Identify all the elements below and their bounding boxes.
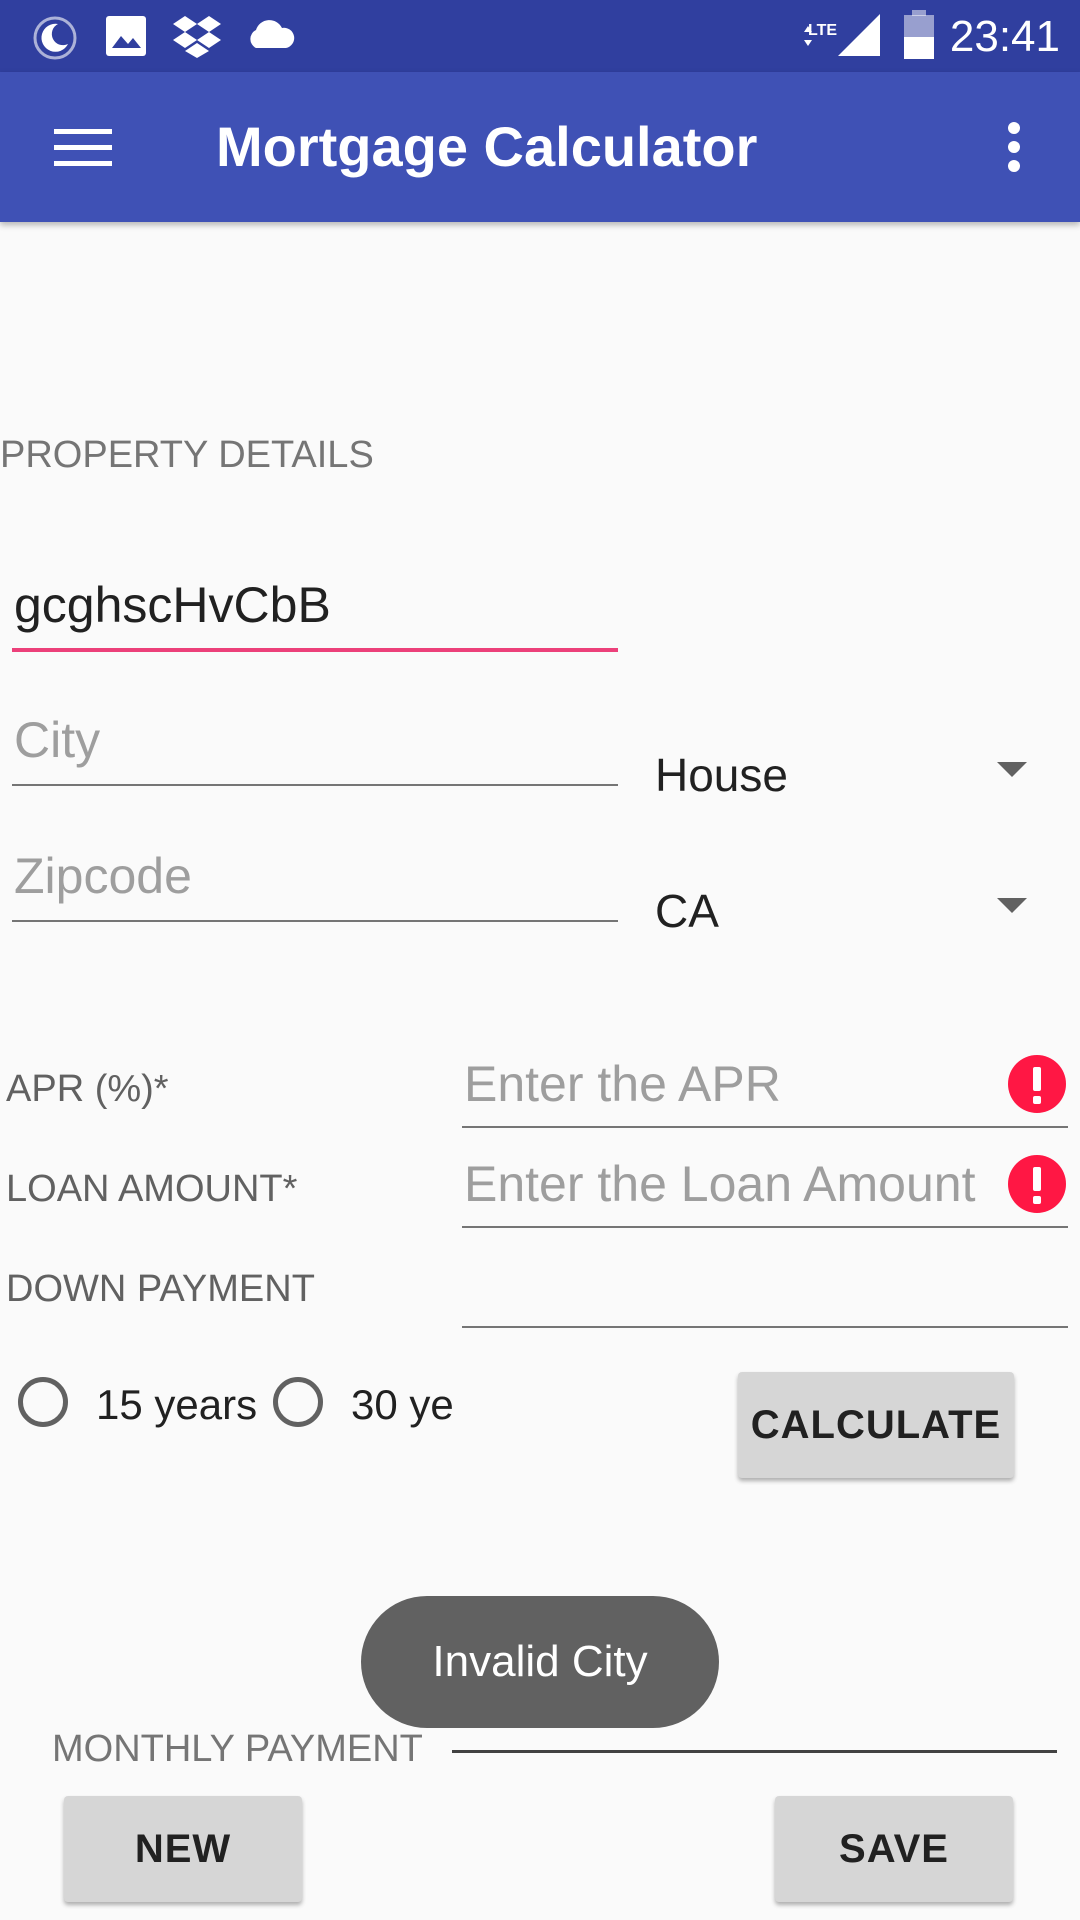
street-address-field[interactable] [12,570,618,652]
down-payment-input[interactable] [462,1250,1068,1328]
term-15-years-label: 15 years [96,1381,258,1428]
monthly-payment-divider [452,1750,1057,1753]
cloud-icon [250,20,295,48]
apr-label: APR (%)* [6,1068,169,1110]
term-30-years-radio[interactable]: 30 ye [273,1377,473,1433]
moon-icon [33,16,77,60]
radio-circle [273,1377,323,1427]
property-type-value: House [655,749,788,801]
city-field[interactable] [12,704,618,786]
more-vert-icon [1008,122,1020,172]
loan-amount-label: LOAN AMOUNT* [6,1168,298,1210]
city-input[interactable] [12,704,618,786]
status-bar: LTE 23:41 [0,0,1080,72]
loan-amount-field[interactable] [462,1150,1068,1228]
hamburger-menu-icon [54,129,112,166]
radio-circle [18,1377,68,1427]
app-title: Mortgage Calculator [216,115,758,178]
error-icon [1008,1055,1066,1113]
state-value: CA [655,885,719,937]
down-payment-field[interactable] [462,1250,1068,1328]
calculate-button[interactable]: CALCULATE [738,1372,1014,1478]
overflow-menu-button[interactable] [985,112,1045,182]
zipcode-input[interactable] [12,840,618,922]
menu-button[interactable] [40,112,130,182]
term-30-years-label: 30 ye [351,1381,454,1428]
property-type-spinner[interactable]: House [655,748,1027,808]
street-address-input[interactable] [12,570,618,652]
status-time: 23:41 [949,12,1060,61]
loan-amount-input[interactable] [462,1150,1068,1228]
dropdown-arrow-icon [997,762,1027,777]
image-icon [106,16,146,56]
apr-field[interactable] [462,1050,1068,1128]
battery-icon [904,10,934,59]
property-details-heading: PROPERTY DETAILS [0,434,374,476]
zipcode-field[interactable] [12,840,618,922]
dropbox-icon [173,16,221,58]
dropdown-arrow-icon [997,898,1027,913]
error-icon [1008,1155,1066,1213]
new-button[interactable]: NEW [64,1796,302,1902]
term-15-years-radio[interactable]: 15 years [18,1377,258,1433]
state-spinner[interactable]: CA [655,884,1027,944]
app-bar: Mortgage Calculator [0,72,1080,222]
signal-icon [804,14,880,56]
toast-message: Invalid City [361,1596,719,1728]
apr-input[interactable] [462,1050,1068,1128]
down-payment-label: DOWN PAYMENT [6,1268,315,1310]
save-button[interactable]: SAVE [775,1796,1013,1902]
monthly-payment-label: MONTHLY PAYMENT [52,1728,423,1770]
